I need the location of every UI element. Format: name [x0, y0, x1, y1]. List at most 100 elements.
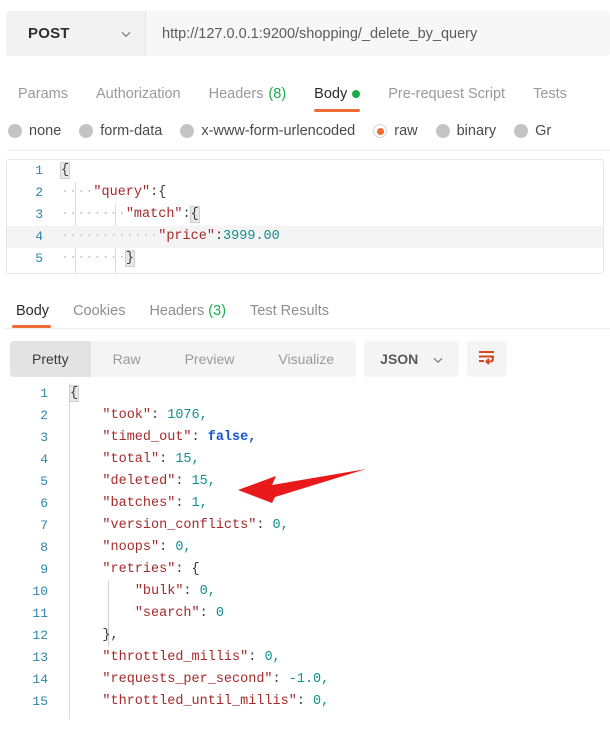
response-key: "throttled_until_millis": [102, 694, 297, 709]
radio-icon: [8, 124, 22, 138]
body-type-raw-label: raw: [394, 123, 418, 139]
response-tab-cookies[interactable]: Cookies: [61, 303, 137, 328]
line-number: 13: [32, 650, 48, 665]
response-value: 0,: [175, 540, 192, 555]
tab-tests[interactable]: Tests: [519, 86, 581, 112]
body-type-radio-group: none form-data x-www-form-urlencoded raw…: [8, 112, 610, 151]
word-wrap-icon: [477, 349, 497, 370]
radio-icon: [79, 124, 94, 138]
line-number: 2: [35, 185, 43, 200]
response-tab-body-label: Body: [16, 303, 50, 319]
radio-icon: [435, 124, 450, 138]
response-tab-cookies-label: Cookies: [73, 303, 126, 319]
http-method-label: POST: [28, 25, 70, 42]
code-line: 3 ········"match":{: [7, 204, 603, 226]
request-body-editor[interactable]: 1 { 2 ····"query":{ 3 ········"match":{ …: [6, 159, 604, 274]
response-tab-bar: Body Cookies Headers (3) Test Results: [4, 288, 610, 329]
radio-icon: [514, 124, 529, 138]
line-number: 9: [40, 562, 48, 577]
body-type-form-data[interactable]: form-data: [79, 123, 162, 139]
response-key: "throttled_millis": [102, 650, 249, 665]
response-value: 0,: [313, 694, 330, 709]
body-modified-dot-icon: [352, 90, 361, 98]
body-type-urlencoded[interactable]: x-www-form-urlencoded: [180, 123, 355, 139]
view-mode-pretty-label: Pretty: [32, 351, 69, 367]
line-number: 15: [32, 694, 48, 709]
request-url-input[interactable]: http://127.0.0.1:9200/shopping/_delete_b…: [146, 11, 610, 56]
tab-pre-request-script-label: Pre-request Script: [388, 86, 506, 102]
line-number: 12: [32, 628, 48, 643]
response-tab-body[interactable]: Body: [4, 303, 61, 328]
body-type-binary-label: binary: [456, 123, 497, 139]
tab-headers-label: Headers: [208, 86, 264, 102]
body-type-form-data-label: form-data: [100, 123, 163, 139]
tab-tests-label: Tests: [533, 86, 567, 102]
view-mode-raw[interactable]: Raw: [91, 341, 163, 377]
table-row: 14 "requests_per_second": -1.0,: [0, 669, 610, 691]
response-value: 0,: [272, 518, 289, 533]
line-number: 7: [40, 518, 48, 533]
response-key: "requests_per_second": [102, 672, 273, 687]
request-line-2-text: ····"query":{: [61, 185, 167, 200]
tab-authorization-label: Authorization: [95, 86, 181, 102]
line-number: 3: [35, 207, 43, 222]
response-value: 0: [215, 606, 224, 621]
response-view-mode-group: Pretty Raw Preview Visualize: [10, 341, 357, 377]
tab-authorization[interactable]: Authorization: [82, 86, 195, 112]
tab-body[interactable]: Body: [300, 86, 374, 112]
table-row: 1 {: [0, 383, 610, 405]
view-mode-pretty[interactable]: Pretty: [10, 341, 91, 377]
response-key: "search": [134, 606, 200, 621]
response-language-select[interactable]: JSON: [364, 341, 460, 377]
table-row: 15 "throttled_until_millis": 0,: [0, 691, 610, 713]
table-row: 4 "total": 15,: [0, 449, 610, 471]
request-url-bar: POST http://127.0.0.1:9200/shopping/_del…: [6, 11, 610, 56]
body-type-graphql[interactable]: Gr: [514, 123, 551, 139]
response-body-viewer[interactable]: 1 { 2 "took": 1076, 3 "timed_out": false…: [0, 383, 610, 719]
tab-pre-request-script[interactable]: Pre-request Script: [374, 86, 519, 112]
radio-icon: [180, 124, 195, 138]
response-value: 15,: [175, 452, 200, 467]
word-wrap-button[interactable]: [467, 341, 508, 377]
body-type-binary[interactable]: binary: [435, 123, 497, 139]
chevron-down-icon: [120, 28, 131, 39]
table-row: 11 "search": 0: [0, 603, 610, 625]
body-type-raw[interactable]: raw: [373, 123, 418, 139]
response-key: "bulk": [134, 584, 184, 599]
table-row: 2 "took": 1076,: [0, 405, 610, 427]
response-key-deleted: "deleted": [102, 474, 176, 489]
view-mode-preview[interactable]: Preview: [163, 341, 257, 377]
body-type-none[interactable]: none: [8, 123, 61, 139]
response-value: 1076,: [167, 408, 208, 423]
response-value-deleted: 15,: [191, 474, 216, 489]
tab-params[interactable]: Params: [4, 86, 82, 112]
request-line-1-text: {: [59, 162, 71, 179]
table-row: 7 "version_conflicts": 0,: [0, 515, 610, 537]
table-row: 10 "bulk": 0,: [0, 581, 610, 603]
tab-headers[interactable]: Headers (8): [195, 86, 301, 112]
request-tab-bar: Params Authorization Headers (8) Body Pr…: [4, 70, 610, 112]
table-row: 5 "deleted": 15,: [0, 471, 610, 493]
response-value: },: [102, 628, 119, 643]
line-number: 5: [40, 474, 48, 489]
request-line-5-text: ········}: [61, 250, 135, 267]
response-tab-test-results[interactable]: Test Results: [238, 303, 341, 328]
tab-headers-count: (8): [268, 86, 287, 102]
line-number: 1: [40, 386, 48, 401]
response-key: "retries": [102, 562, 176, 577]
response-line-1-text: {: [68, 385, 80, 402]
line-number: 8: [40, 540, 48, 555]
line-number: 2: [40, 408, 48, 423]
http-method-select[interactable]: POST: [6, 11, 146, 56]
response-language-label: JSON: [380, 351, 419, 367]
view-mode-visualize[interactable]: Visualize: [256, 341, 356, 377]
body-type-none-label: none: [29, 123, 62, 139]
response-tab-headers[interactable]: Headers (3): [137, 303, 238, 328]
radio-selected-icon: [373, 124, 388, 138]
tab-body-label: Body: [314, 86, 348, 102]
response-value: -1.0,: [288, 672, 330, 687]
response-tab-headers-count: (3): [208, 303, 227, 319]
view-mode-visualize-label: Visualize: [278, 351, 335, 367]
response-key: "version_conflicts": [102, 518, 257, 533]
response-key: "took": [102, 408, 152, 423]
